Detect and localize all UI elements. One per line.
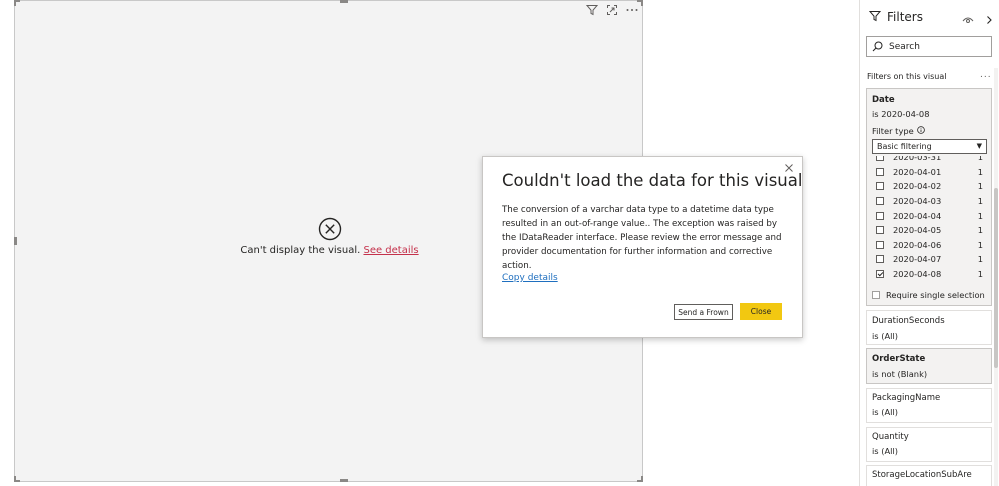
filter-type-text: Filter type [872,126,914,136]
filters-on-visual-label: Filters on this visual [867,72,947,81]
resize-handle-bottom[interactable] [340,479,348,482]
dialog-title: Couldn't load the data for this visual [502,171,803,190]
filter-card-subtitle: is not (Blank) [872,369,928,379]
filter-card-packagingname[interactable]: PackagingName is (All) [866,388,992,423]
scrollbar-thumb[interactable] [994,188,998,368]
list-item-label: 2020-04-01 [893,166,942,177]
list-item-count: 1 [977,239,983,250]
caret-down-icon: ▼ [976,142,982,150]
list-item-label: 2020-03-31 [893,156,942,163]
checkbox[interactable] [876,197,884,206]
filters-scrollbar[interactable] [994,68,998,486]
close-button[interactable]: Close [740,303,782,320]
list-item-label: 2020-04-02 [893,181,942,192]
filter-card-title: OrderState [872,354,926,364]
list-item[interactable]: 2020-04-05 1 [876,223,986,238]
checkbox[interactable] [876,182,884,191]
filter-icon[interactable] [584,2,600,18]
filter-card-subtitle: is (All) [872,446,899,456]
error-circle-x-icon [318,217,342,241]
eye-icon[interactable] [962,10,974,23]
filters-header: Filters [868,7,923,26]
filter-card-subtitle: is (All) [872,407,899,417]
list-item-count: 1 [977,166,983,177]
filter-card-quantity[interactable]: Quantity is (All) [866,427,992,462]
filter-type-dropdown[interactable]: Basic filtering ▼ [872,139,987,154]
filter-card-date[interactable]: Date is 2020-04-08 Filter type Basic fil… [866,88,992,306]
send-frown-button[interactable]: Send a Frown [674,304,733,320]
dialog-message: The conversion of a varchar data type to… [502,205,782,271]
resize-corner-bottom-right[interactable] [637,476,643,482]
list-item[interactable]: 2020-04-07 1 [876,252,986,267]
checkbox[interactable] [876,255,884,264]
focus-mode-icon[interactable] [604,2,620,18]
filter-card-subtitle: is (All) [872,331,899,341]
checkbox-checked[interactable] [876,270,884,279]
checkbox[interactable] [876,240,884,249]
filter-icon [868,7,882,26]
list-item[interactable]: 2020-04-04 1 [876,208,986,223]
error-text: Can't display the visual. [240,245,361,256]
list-item-label: 2020-04-05 [893,225,942,236]
list-item[interactable]: 2020-04-03 1 [876,194,986,209]
checkbox[interactable] [876,167,884,176]
filter-card-title: Date [872,95,895,105]
filter-card-orderstate[interactable]: OrderState is not (Blank) [866,348,992,384]
search-input[interactable] [889,41,984,52]
list-item[interactable]: 2020-04-02 1 [876,179,986,194]
error-dialog: Couldn't load the data for this visual T… [482,156,803,338]
list-item-count: 1 [977,196,983,207]
filter-card-title: DurationSeconds [872,316,945,326]
list-item-count: 1 [977,210,983,221]
resize-corner-top-left[interactable] [14,0,20,6]
list-item-label: 2020-04-06 [893,239,942,250]
see-details-link[interactable]: See details [363,245,418,256]
filter-card-subtitle: is 2020-04-08 [872,109,930,119]
list-item[interactable]: 2020-04-06 1 [876,238,986,253]
filter-card-title: PackagingName [872,393,941,403]
list-item-count: 1 [977,254,983,265]
report-canvas: Can't display the visual. See details Co… [0,0,999,486]
visual-header [584,2,640,18]
section-more-options[interactable]: ... [980,70,992,80]
list-item-count: 1 [977,269,983,280]
list-item-label: 2020-04-04 [893,210,942,221]
list-item-count: 1 [977,181,983,192]
list-item-count: 1 [977,156,983,163]
list-item-label: 2020-04-08 [893,269,942,280]
list-item-label: 2020-04-03 [893,196,942,207]
require-single-label: Require single selection [886,290,985,300]
filter-card-durationseconds[interactable]: DurationSeconds is (All) [866,310,992,345]
copy-details-link[interactable]: Copy details [502,273,558,283]
checkbox[interactable] [876,211,884,220]
list-item[interactable]: 2020-03-31 1 [876,156,986,165]
checkbox[interactable] [872,291,880,299]
filters-title: Filters [887,9,923,24]
list-item[interactable]: 2020-04-08 1 [876,267,986,282]
list-item-count: 1 [977,225,983,236]
list-item-label: 2020-04-07 [893,254,942,265]
chevron-right-icon[interactable] [984,10,994,24]
more-options-icon[interactable] [624,2,640,18]
checkbox[interactable] [876,156,884,162]
filter-card-title: Quantity [872,432,909,442]
checkbox[interactable] [876,226,884,235]
info-icon [916,126,925,136]
filter-value-list[interactable]: 2020-03-31 1 2020-04-01 1 2020-04-02 1 2020… [872,156,987,284]
filter-type-label: Filter type [872,126,925,136]
filters-search[interactable] [866,36,992,57]
filters-pane: Filters Filters on this visual ... Date … [859,0,999,486]
filter-card-storagelocationsubarea[interactable]: StorageLocationSubAre [866,465,992,486]
filter-card-title: StorageLocationSubAre [872,470,972,480]
list-item[interactable]: 2020-04-01 1 [876,165,986,180]
resize-handle-top[interactable] [340,0,348,3]
require-single-selection[interactable]: Require single selection [872,290,985,300]
resize-corner-bottom-left[interactable] [14,476,20,482]
search-icon [872,37,883,56]
filter-type-value: Basic filtering [877,142,932,151]
